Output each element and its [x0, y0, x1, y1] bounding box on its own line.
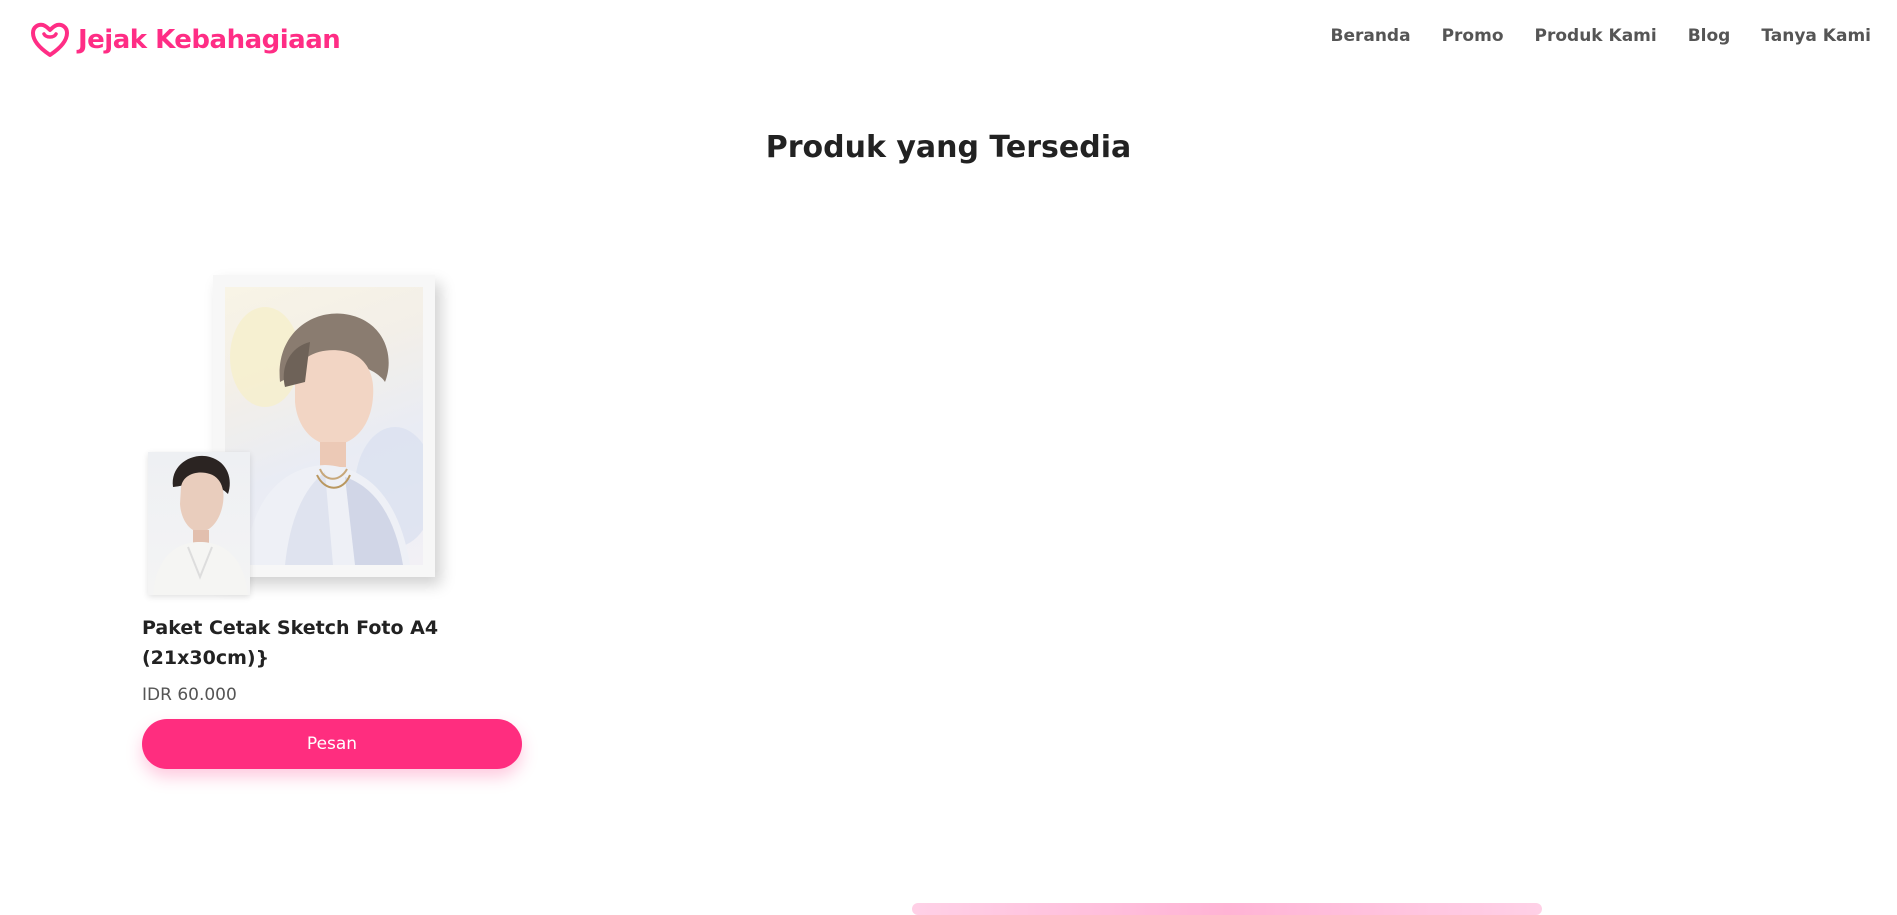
site-header: Jejak Kebahagiaan Beranda Promo Produk K…	[0, 0, 1897, 80]
brand-name: Jejak Kebahagiaan	[78, 25, 341, 55]
heart-logo-icon	[31, 22, 69, 57]
nav-item-tanya-kami[interactable]: Tanya Kami	[1761, 26, 1871, 46]
order-button[interactable]: Pesan	[142, 719, 522, 769]
product-card: Paket Cetak Sketch Foto A4 (21x30cm)} ID…	[142, 265, 522, 769]
sketch-portrait-illustration	[230, 307, 423, 565]
product-name: Paket Cetak Sketch Foto A4 (21x30cm)}	[142, 617, 439, 669]
product-image[interactable]	[148, 265, 448, 605]
main-nav: Beranda Promo Produk Kami Blog Tanya Kam…	[1330, 26, 1871, 46]
page-title: Produk yang Tersedia	[765, 130, 1132, 165]
nav-item-produk-kami[interactable]: Produk Kami	[1535, 26, 1657, 46]
product-price: IDR 60.000	[142, 685, 237, 705]
brand-logo[interactable]: Jejak Kebahagiaan	[30, 22, 341, 58]
nav-item-promo[interactable]: Promo	[1442, 26, 1504, 46]
footer-decoration	[912, 903, 1542, 915]
reference-photo	[148, 452, 250, 595]
nav-item-blog[interactable]: Blog	[1688, 26, 1731, 46]
nav-item-beranda[interactable]: Beranda	[1330, 26, 1410, 46]
